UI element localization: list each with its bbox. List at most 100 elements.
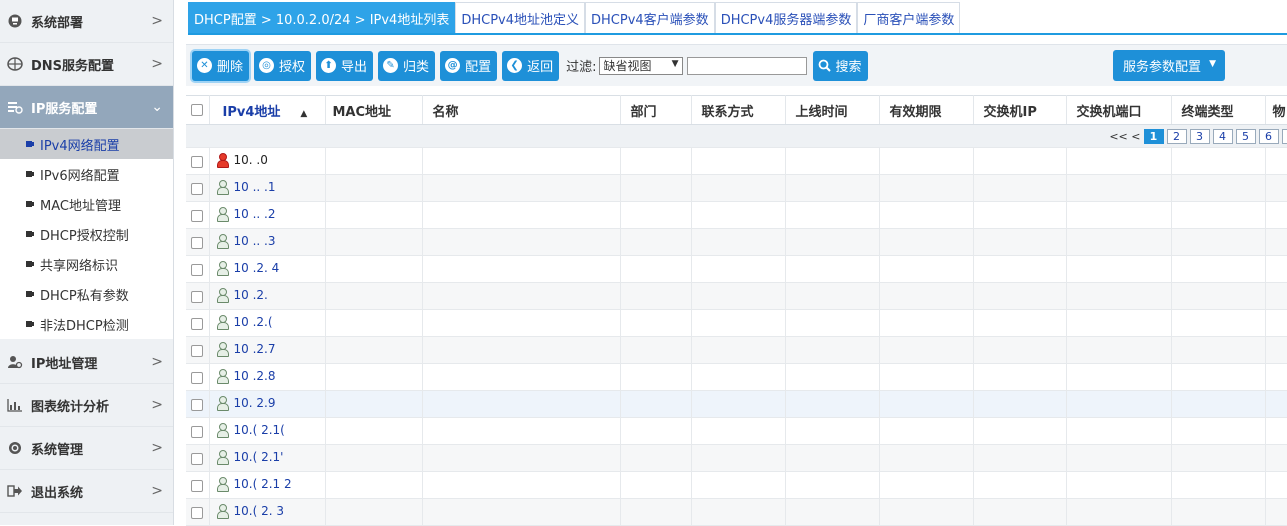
row-checkbox[interactable]: [191, 453, 203, 465]
table-row[interactable]: 10 .2. 4: [186, 256, 1287, 283]
sidebar-item-dhcp-auth[interactable]: DHCP授权控制: [0, 219, 173, 249]
page-5[interactable]: 5: [1236, 129, 1256, 144]
row-checkbox[interactable]: [191, 426, 203, 438]
table-row[interactable]: 10 .2.8: [186, 364, 1287, 391]
column-header-ipv4[interactable]: IPv4地址▲: [209, 96, 325, 125]
sidebar-item-shared-network[interactable]: 共享网络标识: [0, 249, 173, 279]
row-checkbox[interactable]: [191, 345, 203, 357]
sidebar-item-dhcp-private[interactable]: DHCP私有参数: [0, 279, 173, 309]
ip-link[interactable]: 10 .. .1: [216, 180, 276, 194]
row-checkbox[interactable]: [191, 156, 203, 168]
ip-cell[interactable]: 10.( 2.1 2: [209, 472, 325, 499]
delete-button[interactable]: ✕删除: [192, 51, 249, 81]
page-4[interactable]: 4: [1213, 129, 1233, 144]
search-button[interactable]: 搜索: [813, 51, 867, 81]
column-header-contact[interactable]: 联系方式: [691, 96, 785, 125]
table-row[interactable]: 10.( 2.1 2: [186, 472, 1287, 499]
tab-vendor-client-params[interactable]: 厂商客户端参数: [857, 2, 960, 33]
ip-cell[interactable]: 10. .0: [209, 148, 325, 175]
ip-link[interactable]: 10. .0: [216, 153, 268, 167]
page-2[interactable]: 2: [1167, 129, 1187, 144]
ip-cell[interactable]: 10 .2.8: [209, 364, 325, 391]
back-button[interactable]: ❮返回: [502, 51, 559, 81]
column-header-switch-ip[interactable]: 交换机IP: [973, 96, 1066, 125]
table-row[interactable]: 10 .2.(: [186, 310, 1287, 337]
row-checkbox[interactable]: [191, 399, 203, 411]
page-1[interactable]: 1: [1144, 129, 1164, 144]
table-row[interactable]: 10.( 2.1': [186, 445, 1287, 472]
sidebar-group-system-management[interactable]: 系统管理 >: [0, 427, 173, 470]
row-checkbox[interactable]: [191, 237, 203, 249]
ip-link[interactable]: 10 .. .3: [216, 234, 276, 248]
ip-link[interactable]: 10 .. .2: [216, 207, 276, 221]
column-header-mac[interactable]: MAC地址: [325, 96, 422, 125]
column-header-online-time[interactable]: 上线时间: [785, 96, 879, 125]
table-row[interactable]: 10 .. .2: [186, 202, 1287, 229]
ip-cell[interactable]: 10 .2.: [209, 283, 325, 310]
sidebar-group-charts[interactable]: 图表统计分析 >: [0, 384, 173, 427]
sidebar-group-dns[interactable]: DNS服务配置 >: [0, 43, 173, 86]
ip-link[interactable]: 10.( 2.1': [216, 450, 284, 464]
row-checkbox[interactable]: [191, 318, 203, 330]
sidebar-group-logout[interactable]: 退出系统 >: [0, 470, 173, 513]
row-checkbox[interactable]: [191, 183, 203, 195]
filter-select[interactable]: 缺省视图▼: [599, 57, 683, 75]
column-header-name[interactable]: 名称: [422, 96, 620, 125]
ip-link[interactable]: 10.( 2.1 2: [216, 477, 292, 491]
column-header-physical[interactable]: 物: [1265, 96, 1287, 125]
sidebar-item-illegal-dhcp[interactable]: 非法DHCP检测: [0, 309, 173, 339]
row-checkbox[interactable]: [191, 210, 203, 222]
ip-cell[interactable]: 10.( 2.1': [209, 445, 325, 472]
sidebar-group-ip-service[interactable]: IP服务配置 ⌄: [0, 86, 173, 129]
row-checkbox[interactable]: [191, 291, 203, 303]
config-button[interactable]: @配置: [440, 51, 497, 81]
ip-link[interactable]: 10 .2.8: [216, 369, 276, 383]
service-params-button[interactable]: 服务参数配置 ▼: [1113, 50, 1225, 81]
column-header-terminal-type[interactable]: 终端类型: [1171, 96, 1265, 125]
sidebar-item-ipv4-network[interactable]: IPv4网络配置: [0, 129, 173, 159]
row-checkbox[interactable]: [191, 480, 203, 492]
table-row[interactable]: 10.( 2. 3: [186, 499, 1287, 526]
table-row[interactable]: 10.( 2.1(: [186, 418, 1287, 445]
ip-link[interactable]: 10.( 2. 3: [216, 504, 284, 518]
ip-cell[interactable]: 10 .2.7: [209, 337, 325, 364]
tab-dhcpv4-pool[interactable]: DHCPv4地址池定义: [455, 2, 585, 33]
page-6[interactable]: 6: [1259, 129, 1279, 144]
row-checkbox[interactable]: [191, 264, 203, 276]
column-header-department[interactable]: 部门: [620, 96, 691, 125]
ip-link[interactable]: 10 .2.: [216, 288, 268, 302]
table-row[interactable]: 10. .0: [186, 148, 1287, 175]
row-checkbox[interactable]: [191, 372, 203, 384]
ip-cell[interactable]: 10 .. .3: [209, 229, 325, 256]
ip-cell[interactable]: 10 .. .1: [209, 175, 325, 202]
pager-prev[interactable]: << <: [1109, 130, 1140, 143]
ip-cell[interactable]: 10.( 2. 3: [209, 499, 325, 526]
sidebar-item-ipv6-network[interactable]: IPv6网络配置: [0, 159, 173, 189]
ip-link[interactable]: 10 .2.7: [216, 342, 276, 356]
ip-cell[interactable]: 10. 2.9: [209, 391, 325, 418]
page-more[interactable]: [1282, 129, 1287, 144]
sidebar-group-ip-management[interactable]: IP地址管理 >: [0, 341, 173, 384]
tab-dhcpv4-server-params[interactable]: DHCPv4服务器端参数: [715, 2, 858, 33]
ip-cell[interactable]: 10.( 2.1(: [209, 418, 325, 445]
ip-link[interactable]: 10 .2.(: [216, 315, 273, 329]
export-button[interactable]: ⬆导出: [316, 51, 373, 81]
table-row[interactable]: 10 .. .3: [186, 229, 1287, 256]
ip-cell[interactable]: 10 .2. 4: [209, 256, 325, 283]
tab-ipv4-address-list[interactable]: DHCP配置 > 10.0.2.0/24 > IPv4地址列表: [188, 2, 455, 33]
ip-link[interactable]: 10.( 2.1(: [216, 423, 285, 437]
select-all-checkbox[interactable]: [191, 104, 203, 116]
search-input[interactable]: [687, 57, 807, 75]
authorize-button[interactable]: ◎授权: [254, 51, 311, 81]
table-row[interactable]: 10 .2.: [186, 283, 1287, 310]
classify-button[interactable]: ✎归类: [378, 51, 435, 81]
select-all-header[interactable]: [186, 96, 209, 125]
ip-link[interactable]: 10. 2.9: [216, 396, 276, 410]
table-row[interactable]: 10 .. .1: [186, 175, 1287, 202]
table-row[interactable]: 10. 2.9: [186, 391, 1287, 418]
tab-dhcpv4-client-params[interactable]: DHCPv4客户端参数: [585, 2, 715, 33]
ip-cell[interactable]: 10 .. .2: [209, 202, 325, 229]
table-row[interactable]: 10 .2.7: [186, 337, 1287, 364]
ip-link[interactable]: 10 .2. 4: [216, 261, 280, 275]
ip-cell[interactable]: 10 .2.(: [209, 310, 325, 337]
